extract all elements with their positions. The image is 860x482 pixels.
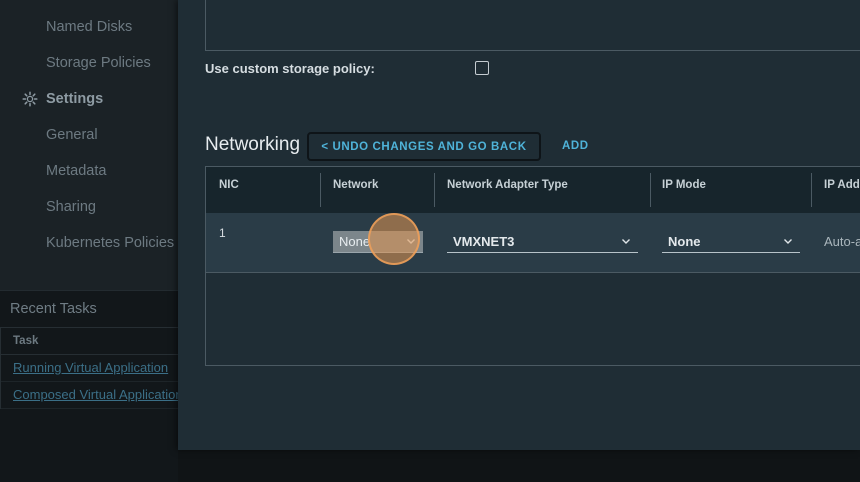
- nic-grid-header: NIC Network Network Adapter Type IP Mode…: [206, 167, 860, 214]
- adapter-type-value: VMXNET3: [453, 234, 515, 249]
- ip-mode-select[interactable]: None: [662, 231, 800, 253]
- recent-task-link[interactable]: Composed Virtual Application: [1, 382, 179, 409]
- ip-mode-value: None: [668, 234, 701, 249]
- storage-section-box: [205, 0, 860, 51]
- edit-vapp-modal: Use custom storage policy: Networking < …: [178, 0, 860, 450]
- network-select-value: None: [339, 234, 371, 249]
- nav-item-sharing[interactable]: Sharing: [46, 199, 96, 215]
- nav-item-named-disks[interactable]: Named Disks: [46, 19, 132, 35]
- networking-title: Networking: [205, 134, 301, 155]
- ip-address-value: Auto-assigned: [824, 234, 860, 249]
- chevron-down-icon: [784, 239, 792, 244]
- column-header-ip-mode[interactable]: IP Mode: [662, 179, 706, 191]
- recent-tasks-panel: Recent Tasks Task Running Virtual Applic…: [0, 290, 179, 482]
- nav-section-settings[interactable]: Settings: [22, 91, 103, 107]
- custom-storage-policy-label: Use custom storage policy:: [205, 61, 375, 76]
- recent-tasks-table: Task Running Virtual Application Compose…: [0, 327, 179, 409]
- recent-tasks-column-task: Task: [1, 328, 179, 355]
- nav-item-storage-policies[interactable]: Storage Policies: [46, 55, 151, 71]
- adapter-type-select[interactable]: VMXNET3: [447, 231, 638, 253]
- nic-grid: NIC Network Network Adapter Type IP Mode…: [205, 166, 860, 366]
- nic-row: 1 None VMXNET3 None Auto-a: [206, 213, 860, 273]
- column-separator[interactable]: [650, 173, 651, 207]
- gear-icon: [22, 91, 38, 107]
- column-header-ip-address[interactable]: IP Address: [824, 179, 860, 191]
- add-nic-button[interactable]: ADD: [562, 140, 589, 152]
- chevron-down-icon: [407, 239, 415, 244]
- backdrop-strip: [178, 450, 860, 482]
- page: Named Disks Storage Policies Settings Ge…: [0, 0, 860, 482]
- nic-number: 1: [219, 226, 226, 240]
- left-nav: Named Disks Storage Policies Settings Ge…: [0, 0, 178, 290]
- nav-section-label: Settings: [46, 91, 104, 107]
- column-separator[interactable]: [811, 173, 812, 207]
- column-separator[interactable]: [434, 173, 435, 207]
- nav-item-metadata[interactable]: Metadata: [46, 163, 106, 179]
- chevron-down-icon: [622, 239, 630, 244]
- nav-item-kubernetes-policies[interactable]: Kubernetes Policies: [46, 235, 174, 251]
- recent-tasks-title: Recent Tasks: [10, 301, 97, 317]
- nav-item-general[interactable]: General: [46, 127, 98, 143]
- column-header-network[interactable]: Network: [333, 179, 378, 191]
- undo-changes-button[interactable]: < UNDO CHANGES AND GO BACK: [307, 132, 541, 161]
- recent-task-link[interactable]: Running Virtual Application: [1, 355, 179, 382]
- network-select[interactable]: None: [333, 231, 423, 253]
- column-header-nic[interactable]: NIC: [219, 179, 239, 191]
- column-header-adapter-type[interactable]: Network Adapter Type: [447, 179, 568, 191]
- column-separator[interactable]: [320, 173, 321, 207]
- custom-storage-policy-checkbox[interactable]: [475, 61, 489, 75]
